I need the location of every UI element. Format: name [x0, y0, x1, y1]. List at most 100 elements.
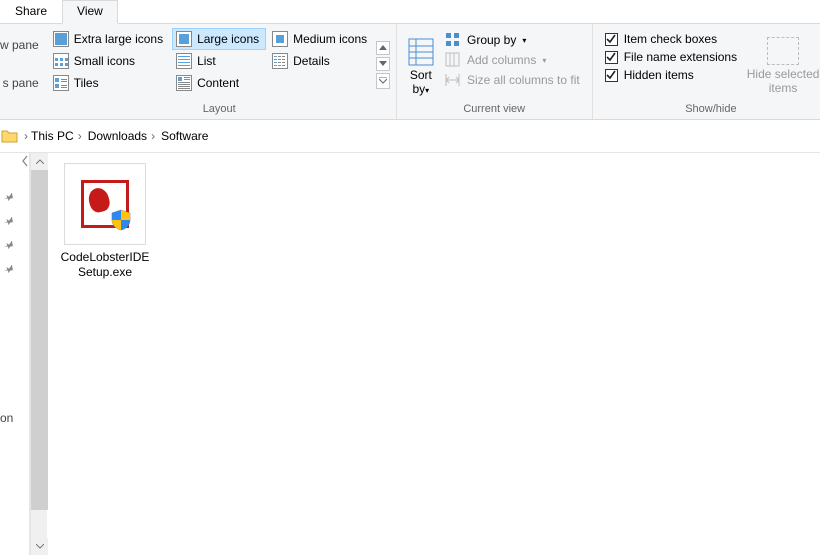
file-name: CodeLobsterIDESetup.exe [57, 250, 153, 280]
layout-medium-icons[interactable]: Medium icons [268, 28, 374, 50]
expand-icon [379, 77, 387, 85]
layout-small-icons[interactable]: Small icons [49, 50, 170, 72]
navpane-item-partial[interactable]: rson [0, 411, 13, 425]
pin-icon [0, 213, 18, 232]
list-icon [176, 53, 192, 69]
content-area: rson CodeLobsterIDESetup.exe [0, 153, 820, 555]
hide-selected-icon [767, 37, 799, 65]
tiles-icon [53, 75, 69, 91]
chevron-up-icon [36, 159, 44, 164]
tab-share[interactable]: Share [0, 0, 62, 23]
layout-label: List [197, 54, 216, 68]
layout-details[interactable]: Details [268, 50, 374, 72]
checkbox-file-name-extensions[interactable]: File name extensions [599, 48, 743, 66]
layout-label: Small icons [74, 54, 135, 68]
preview-pane-partial[interactable]: w pane [0, 38, 43, 58]
group-label-current-view: Current view [403, 101, 586, 119]
extra-large-icons-icon [53, 31, 69, 47]
pin-icon [0, 237, 18, 256]
scroll-down-button[interactable] [31, 538, 48, 555]
group-label-show-hide: Show/hide [599, 101, 820, 119]
group-label-layout: Layout [49, 101, 390, 119]
breadcrumb-downloads[interactable]: Downloads › [85, 129, 158, 143]
sort-by-icon [407, 37, 435, 67]
chevron-down-icon [379, 61, 387, 66]
layout-tiles[interactable]: Tiles [49, 72, 170, 94]
chevron-left-icon [22, 155, 28, 167]
checkbox-label: Item check boxes [624, 32, 717, 46]
panes-group-partial: w pane s pane [0, 24, 43, 119]
uac-shield-icon [110, 209, 132, 231]
medium-icons-icon [272, 31, 288, 47]
add-columns-icon [445, 52, 461, 68]
layout-label: Details [293, 54, 330, 68]
navpane-scrollbar[interactable] [30, 153, 47, 555]
checkbox-item-check-boxes[interactable]: Item check boxes [599, 30, 743, 48]
checkbox-label: File name extensions [624, 50, 737, 64]
group-show-hide: Item check boxes File name extensions Hi… [593, 24, 820, 119]
tab-view[interactable]: View [62, 0, 118, 24]
layout-label: Content [197, 76, 239, 90]
chevron-up-icon [379, 45, 387, 50]
layout-extra-large-icons[interactable]: Extra large icons [49, 28, 170, 50]
group-by-button[interactable]: Group by ▾ [439, 30, 586, 50]
layout-label: Medium icons [293, 32, 367, 46]
pin-icon [0, 189, 18, 208]
layout-scroll-down[interactable] [376, 57, 390, 71]
hide-selected-button: Hide selected items [743, 28, 820, 101]
pin-icon [0, 261, 18, 280]
layout-large-icons[interactable]: Large icons [172, 28, 266, 50]
navpane-collapse-toggle[interactable] [22, 155, 28, 170]
breadcrumb-bar[interactable]: › This PC › Downloads › Software [0, 120, 820, 153]
layout-content[interactable]: Content [172, 72, 266, 94]
size-all-columns-button: Size all columns to fit [439, 70, 586, 90]
checkbox-hidden-items[interactable]: Hidden items [599, 66, 743, 84]
details-pane-partial[interactable]: s pane [0, 76, 43, 96]
checkbox-icon [605, 33, 618, 46]
file-thumbnail [64, 163, 146, 245]
sort-by-button[interactable]: Sort by▾ [403, 28, 439, 101]
group-layout: Extra large icons Large icons Medium ico… [43, 24, 397, 119]
chevron-right-icon: › [151, 129, 155, 143]
navigation-pane[interactable]: rson [0, 153, 30, 555]
content-icon [176, 75, 192, 91]
chevron-right-icon: › [78, 129, 82, 143]
size-columns-icon [445, 72, 461, 88]
group-current-view: Sort by▾ Group by ▾ Add columns ▾ [397, 24, 593, 119]
chevron-down-icon: ▾ [542, 56, 546, 65]
layout-label: Extra large icons [74, 32, 163, 46]
large-icons-icon [176, 31, 192, 47]
scroll-up-button[interactable] [31, 153, 48, 170]
hide-selected-label2: items [769, 81, 798, 95]
layout-expand[interactable] [376, 73, 390, 89]
checkbox-icon [605, 51, 618, 64]
small-icons-icon [53, 53, 69, 69]
layout-label: Large icons [197, 32, 259, 46]
breadcrumb-label: This PC [31, 129, 74, 143]
app-icon [81, 180, 129, 228]
layout-list[interactable]: List [172, 50, 266, 72]
file-item[interactable]: CodeLobsterIDESetup.exe [57, 163, 153, 280]
scrollbar-thumb[interactable] [31, 170, 48, 510]
breadcrumb-software[interactable]: Software [158, 129, 211, 143]
breadcrumb-this-pc[interactable]: This PC › [28, 129, 85, 143]
breadcrumb-label: Downloads [88, 129, 147, 143]
group-by-icon [445, 32, 461, 48]
ribbon-tabs: Share View [0, 0, 820, 24]
checkbox-label: Hidden items [624, 68, 694, 82]
size-columns-label: Size all columns to fit [467, 73, 580, 87]
folder-icon [0, 126, 20, 146]
add-columns-button: Add columns ▾ [439, 50, 586, 70]
breadcrumb-label: Software [161, 129, 208, 143]
file-list[interactable]: CodeLobsterIDESetup.exe [47, 153, 820, 555]
layout-scroll-up[interactable] [376, 41, 390, 55]
hide-selected-label1: Hide selected [747, 67, 820, 81]
chevron-down-icon [36, 544, 44, 549]
details-icon [272, 53, 288, 69]
add-columns-label: Add columns [467, 53, 536, 67]
ribbon: w pane s pane Extra large icons Large ic… [0, 24, 820, 120]
chevron-down-icon: ▾ [522, 36, 526, 45]
group-by-label: Group by [467, 33, 516, 47]
layout-label: Tiles [74, 76, 99, 90]
checkbox-icon [605, 69, 618, 82]
